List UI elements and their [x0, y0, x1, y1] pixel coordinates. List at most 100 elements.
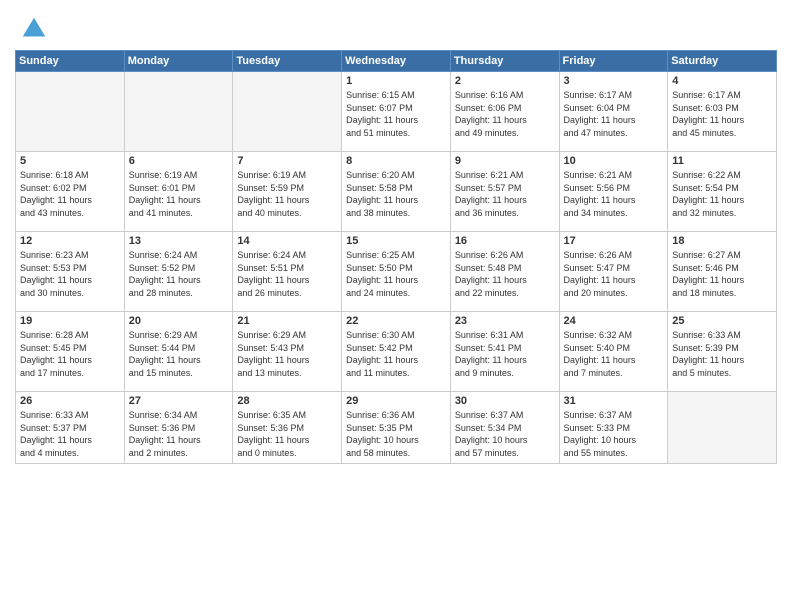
day-number: 4: [672, 75, 772, 87]
day-info: Sunrise: 6:30 AM Sunset: 5:42 PM Dayligh…: [346, 329, 446, 379]
calendar-cell: 23 Sunrise: 6:31 AM Sunset: 5:41 PM Dayli…: [450, 312, 559, 392]
day-number: 16: [455, 235, 555, 247]
calendar-cell: 28 Sunrise: 6:35 AM Sunset: 5:36 PM Dayli…: [233, 392, 342, 464]
day-info: Sunrise: 6:33 AM Sunset: 5:39 PM Dayligh…: [672, 329, 772, 379]
day-header-friday: Friday: [559, 51, 668, 72]
day-info: Sunrise: 6:37 AM Sunset: 5:34 PM Dayligh…: [455, 409, 555, 459]
day-header-tuesday: Tuesday: [233, 51, 342, 72]
header: [15, 10, 777, 44]
day-info: Sunrise: 6:23 AM Sunset: 5:53 PM Dayligh…: [20, 249, 120, 299]
calendar-cell: [16, 72, 125, 152]
day-info: Sunrise: 6:17 AM Sunset: 6:03 PM Dayligh…: [672, 89, 772, 139]
logo: [15, 14, 49, 44]
day-number: 11: [672, 155, 772, 167]
day-info: Sunrise: 6:15 AM Sunset: 6:07 PM Dayligh…: [346, 89, 446, 139]
calendar-cell: 20 Sunrise: 6:29 AM Sunset: 5:44 PM Dayli…: [124, 312, 233, 392]
day-info: Sunrise: 6:24 AM Sunset: 5:52 PM Dayligh…: [129, 249, 229, 299]
calendar-cell: [124, 72, 233, 152]
day-info: Sunrise: 6:17 AM Sunset: 6:04 PM Dayligh…: [564, 89, 664, 139]
day-number: 18: [672, 235, 772, 247]
day-info: Sunrise: 6:20 AM Sunset: 5:58 PM Dayligh…: [346, 169, 446, 219]
day-info: Sunrise: 6:21 AM Sunset: 5:56 PM Dayligh…: [564, 169, 664, 219]
day-info: Sunrise: 6:31 AM Sunset: 5:41 PM Dayligh…: [455, 329, 555, 379]
day-header-saturday: Saturday: [668, 51, 777, 72]
calendar-cell: [233, 72, 342, 152]
calendar-cell: 15 Sunrise: 6:25 AM Sunset: 5:50 PM Dayli…: [342, 232, 451, 312]
calendar-cell: 1 Sunrise: 6:15 AM Sunset: 6:07 PM Daylig…: [342, 72, 451, 152]
day-info: Sunrise: 6:25 AM Sunset: 5:50 PM Dayligh…: [346, 249, 446, 299]
day-number: 17: [564, 235, 664, 247]
day-info: Sunrise: 6:21 AM Sunset: 5:57 PM Dayligh…: [455, 169, 555, 219]
day-number: 26: [20, 395, 120, 407]
day-info: Sunrise: 6:26 AM Sunset: 5:47 PM Dayligh…: [564, 249, 664, 299]
week-row-1: 1 Sunrise: 6:15 AM Sunset: 6:07 PM Daylig…: [16, 72, 777, 152]
calendar-cell: 2Sunrise: 6:16 AM Sunset: 6:06 PM Daylig…: [450, 72, 559, 152]
day-info: Sunrise: 6:35 AM Sunset: 5:36 PM Dayligh…: [237, 409, 337, 459]
day-info: Sunrise: 6:37 AM Sunset: 5:33 PM Dayligh…: [564, 409, 664, 459]
day-number: 31: [564, 395, 664, 407]
day-number: 25: [672, 315, 772, 327]
day-number: 24: [564, 315, 664, 327]
day-info: Sunrise: 6:24 AM Sunset: 5:51 PM Dayligh…: [237, 249, 337, 299]
day-header-wednesday: Wednesday: [342, 51, 451, 72]
day-number: 6: [129, 155, 229, 167]
calendar-cell: 18 Sunrise: 6:27 AM Sunset: 5:46 PM Dayli…: [668, 232, 777, 312]
day-info: Sunrise: 6:27 AM Sunset: 5:46 PM Dayligh…: [672, 249, 772, 299]
day-info: Sunrise: 6:32 AM Sunset: 5:40 PM Dayligh…: [564, 329, 664, 379]
calendar-cell: 12 Sunrise: 6:23 AM Sunset: 5:53 PM Dayli…: [16, 232, 125, 312]
logo-icon: [19, 14, 49, 44]
day-info: Sunrise: 6:29 AM Sunset: 5:44 PM Dayligh…: [129, 329, 229, 379]
day-number: 20: [129, 315, 229, 327]
day-info: Sunrise: 6:26 AM Sunset: 5:48 PM Dayligh…: [455, 249, 555, 299]
calendar-cell: 10Sunrise: 6:21 AM Sunset: 5:56 PM Dayli…: [559, 152, 668, 232]
day-number: 23: [455, 315, 555, 327]
calendar-cell: 22 Sunrise: 6:30 AM Sunset: 5:42 PM Dayli…: [342, 312, 451, 392]
day-number: 30: [455, 395, 555, 407]
day-info: Sunrise: 6:19 AM Sunset: 6:01 PM Dayligh…: [129, 169, 229, 219]
calendar-cell: 5Sunrise: 6:18 AM Sunset: 6:02 PM Daylig…: [16, 152, 125, 232]
calendar-cell: 27Sunrise: 6:34 AM Sunset: 5:36 PM Dayli…: [124, 392, 233, 464]
week-row-2: 5Sunrise: 6:18 AM Sunset: 6:02 PM Daylig…: [16, 152, 777, 232]
calendar-cell: 31 Sunrise: 6:37 AM Sunset: 5:33 PM Dayli…: [559, 392, 668, 464]
day-number: 22: [346, 315, 446, 327]
calendar-cell: 7Sunrise: 6:19 AM Sunset: 5:59 PM Daylig…: [233, 152, 342, 232]
calendar-cell: 29 Sunrise: 6:36 AM Sunset: 5:35 PM Dayli…: [342, 392, 451, 464]
calendar-cell: 11Sunrise: 6:22 AM Sunset: 5:54 PM Dayli…: [668, 152, 777, 232]
calendar-cell: 13Sunrise: 6:24 AM Sunset: 5:52 PM Dayli…: [124, 232, 233, 312]
calendar-cell: 6 Sunrise: 6:19 AM Sunset: 6:01 PM Daylig…: [124, 152, 233, 232]
calendar-cell: 14 Sunrise: 6:24 AM Sunset: 5:51 PM Dayli…: [233, 232, 342, 312]
day-number: 21: [237, 315, 337, 327]
calendar-body: 1 Sunrise: 6:15 AM Sunset: 6:07 PM Daylig…: [16, 72, 777, 464]
calendar-cell: [668, 392, 777, 464]
calendar-header: SundayMondayTuesdayWednesdayThursdayFrid…: [16, 51, 777, 72]
day-number: 29: [346, 395, 446, 407]
calendar-cell: 19 Sunrise: 6:28 AM Sunset: 5:45 PM Dayli…: [16, 312, 125, 392]
day-number: 14: [237, 235, 337, 247]
day-number: 15: [346, 235, 446, 247]
day-number: 3: [564, 75, 664, 87]
day-header-sunday: Sunday: [16, 51, 125, 72]
day-info: Sunrise: 6:28 AM Sunset: 5:45 PM Dayligh…: [20, 329, 120, 379]
day-info: Sunrise: 6:33 AM Sunset: 5:37 PM Dayligh…: [20, 409, 120, 459]
day-number: 19: [20, 315, 120, 327]
calendar-cell: 16 Sunrise: 6:26 AM Sunset: 5:48 PM Dayli…: [450, 232, 559, 312]
day-header-monday: Monday: [124, 51, 233, 72]
day-number: 5: [20, 155, 120, 167]
calendar-cell: 24 Sunrise: 6:32 AM Sunset: 5:40 PM Dayli…: [559, 312, 668, 392]
day-number: 12: [20, 235, 120, 247]
day-info: Sunrise: 6:29 AM Sunset: 5:43 PM Dayligh…: [237, 329, 337, 379]
week-row-5: 26 Sunrise: 6:33 AM Sunset: 5:37 PM Dayli…: [16, 392, 777, 464]
day-number: 8: [346, 155, 446, 167]
day-number: 28: [237, 395, 337, 407]
day-number: 9: [455, 155, 555, 167]
calendar-cell: 4 Sunrise: 6:17 AM Sunset: 6:03 PM Daylig…: [668, 72, 777, 152]
calendar-cell: 26 Sunrise: 6:33 AM Sunset: 5:37 PM Dayli…: [16, 392, 125, 464]
day-number: 1: [346, 75, 446, 87]
day-info: Sunrise: 6:36 AM Sunset: 5:35 PM Dayligh…: [346, 409, 446, 459]
calendar-cell: 8 Sunrise: 6:20 AM Sunset: 5:58 PM Daylig…: [342, 152, 451, 232]
calendar-cell: 25 Sunrise: 6:33 AM Sunset: 5:39 PM Dayli…: [668, 312, 777, 392]
day-number: 7: [237, 155, 337, 167]
calendar-cell: 21 Sunrise: 6:29 AM Sunset: 5:43 PM Dayli…: [233, 312, 342, 392]
week-row-4: 19 Sunrise: 6:28 AM Sunset: 5:45 PM Dayli…: [16, 312, 777, 392]
day-info: Sunrise: 6:34 AM Sunset: 5:36 PM Dayligh…: [129, 409, 229, 459]
